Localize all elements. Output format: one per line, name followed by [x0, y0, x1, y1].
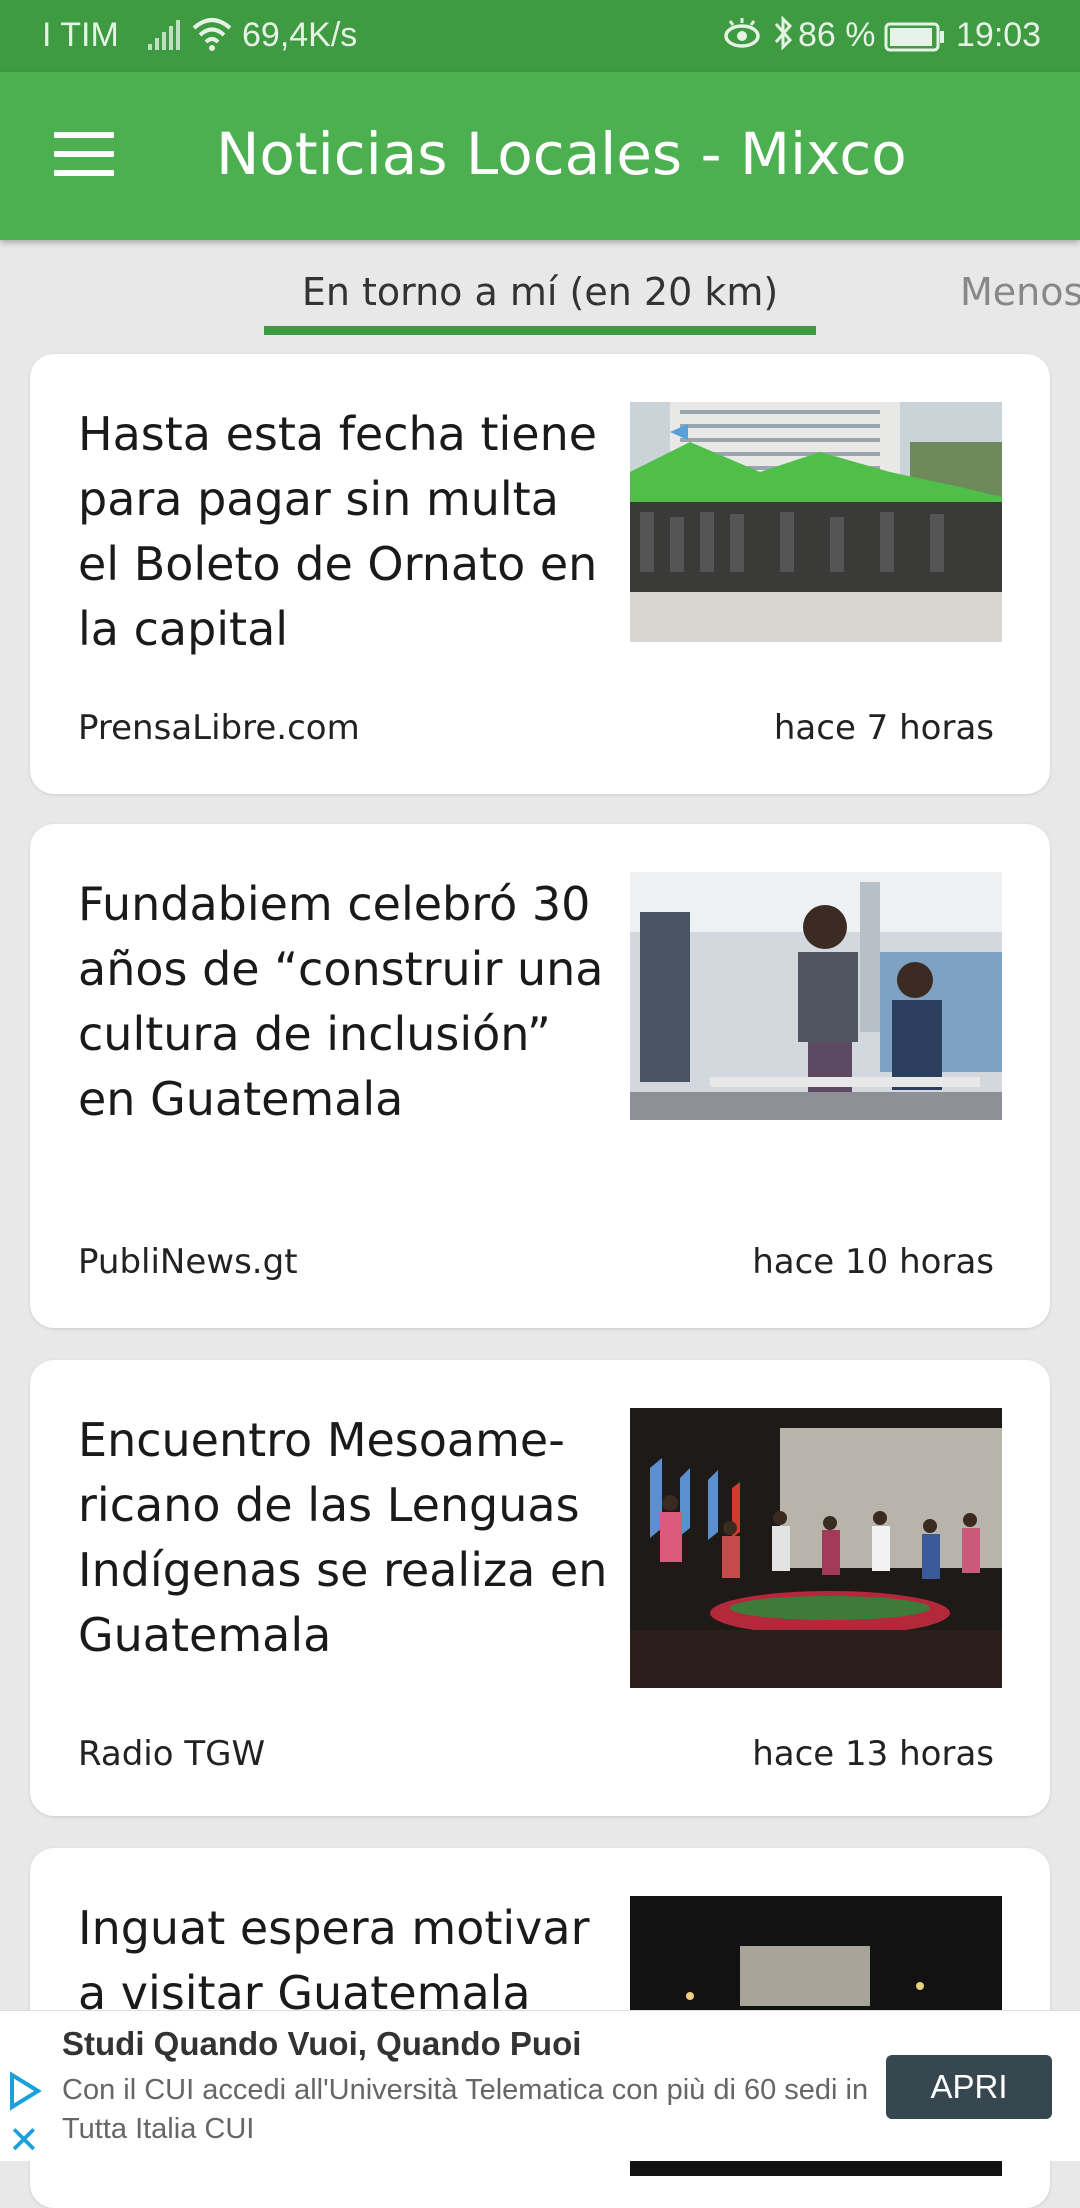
tab-nearby[interactable]: En torno a mí (en 20 km) [264, 270, 816, 314]
wifi-icon [192, 18, 232, 51]
app-bar: Noticias Locales - Mixco [0, 72, 1080, 240]
article-card[interactable]: Encuentro Mesoame-ricano de las Lenguas … [30, 1360, 1050, 1816]
eye-comfort-icon [724, 18, 760, 48]
article-source: PrensaLibre.com [78, 708, 360, 748]
app-title: Noticias Locales - Mixco [216, 120, 907, 188]
carrier-label: I TIM [42, 16, 119, 54]
signal-icon [148, 20, 180, 50]
ad-banner[interactable]: ✕ Studi Quando Vuoi, Quando Puoi Con il … [0, 2010, 1080, 2161]
ad-title: Studi Quando Vuoi, Quando Puoi [62, 2025, 582, 2062]
tab-bar: En torno a mí (en 20 km) Menos [0, 240, 1080, 336]
ad-choices-icon[interactable] [6, 2071, 42, 2111]
ad-open-button[interactable]: APRI [886, 2055, 1052, 2119]
ad-body: Con il CUI accedi all'Università Telemat… [62, 2074, 869, 2145]
battery-icon [884, 22, 944, 52]
clock: 19:03 [956, 16, 1042, 54]
article-headline: Encuentro Mesoame-ricano de las Lenguas … [78, 1413, 608, 1662]
tab-next[interactable]: Menos [960, 270, 1080, 314]
hamburger-menu-icon[interactable] [54, 132, 114, 180]
article-thumbnail [630, 1408, 1002, 1688]
close-icon[interactable]: ✕ [8, 2121, 40, 2159]
bluetooth-icon [774, 15, 793, 51]
article-age: hace 13 horas [752, 1734, 994, 1774]
article-source: Radio TGW [78, 1734, 266, 1774]
network-speed: 69,4K/s [242, 16, 358, 54]
article-age: hace 10 horas [752, 1242, 994, 1282]
status-bar: I TIM 69,4K/s 86 % 19:03 [0, 0, 1080, 72]
article-thumbnail [630, 872, 1002, 1120]
article-headline: Hasta esta fecha tiene para pagar sin mu… [78, 407, 598, 656]
article-source: PubliNews.gt [78, 1242, 298, 1282]
battery-percent: 86 % [798, 16, 876, 54]
article-thumbnail [630, 402, 1002, 642]
article-card[interactable]: Hasta esta fecha tiene para pagar sin mu… [30, 354, 1050, 794]
article-headline: Fundabiem celebró 30 años de “construir … [78, 877, 604, 1126]
article-card[interactable]: Fundabiem celebró 30 años de “construir … [30, 824, 1050, 1328]
active-tab-indicator [264, 326, 816, 335]
article-age: hace 7 horas [773, 708, 994, 748]
article-headline: Inguat espera motivar a visitar Guatemal… [78, 1901, 590, 2020]
